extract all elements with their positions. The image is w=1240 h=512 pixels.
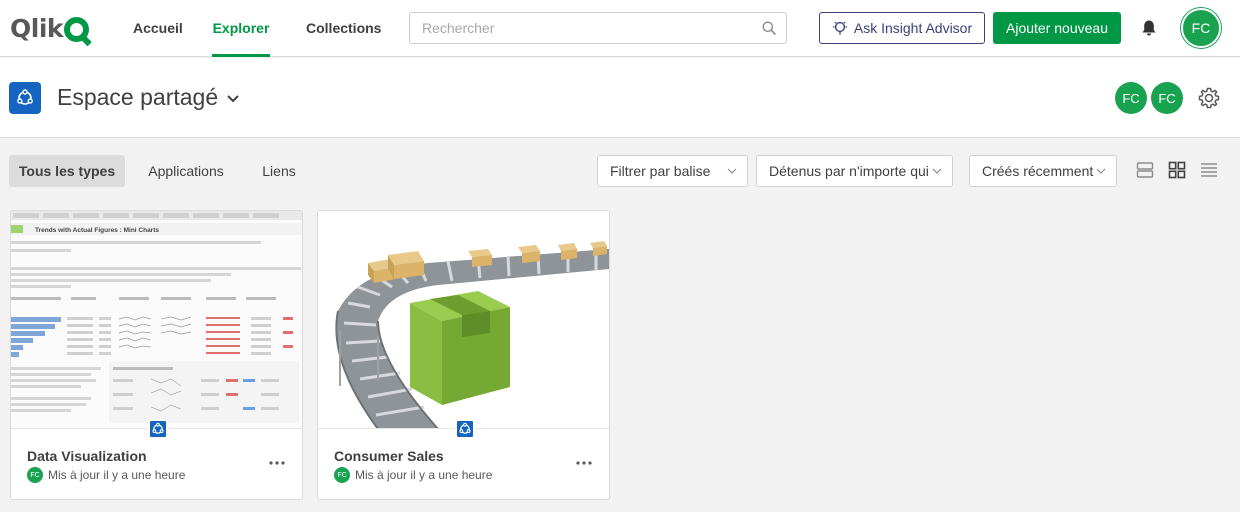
list-view-icon[interactable] xyxy=(1200,161,1218,179)
ask-insight-advisor-button[interactable]: Ask Insight Advisor xyxy=(819,12,985,44)
thumb-heading: Trends with Actual Figures : Mini Charts xyxy=(35,227,159,234)
user-avatar[interactable]: FC xyxy=(1181,8,1221,48)
search-input[interactable] xyxy=(410,13,740,43)
chevron-down-icon xyxy=(727,168,737,174)
tag-filter-label: Filtrer par balise xyxy=(610,163,711,179)
conveyor-belt-image xyxy=(318,211,609,428)
card-updated-text: Mis à jour il y a une heure xyxy=(355,468,493,482)
space-title: Espace partagé xyxy=(57,84,219,110)
chevron-down-icon xyxy=(1096,168,1106,174)
space-member-avatar[interactable]: FC xyxy=(1115,82,1147,114)
app-card-data-visualization[interactable]: Trends with Actual Figures : Mini Charts xyxy=(10,210,303,500)
notification-bell-icon[interactable] xyxy=(1139,18,1159,38)
qlik-logo[interactable]: Qlik xyxy=(10,12,90,44)
space-member-avatar[interactable]: FC xyxy=(1151,82,1183,114)
app-type-badge-icon xyxy=(455,419,475,439)
shared-space-icon xyxy=(9,82,41,114)
search-icon[interactable] xyxy=(762,21,776,35)
card-title: Consumer Sales xyxy=(334,448,444,464)
add-new-button[interactable]: Ajouter nouveau xyxy=(993,12,1121,44)
logo-q-mark xyxy=(64,16,90,42)
card-meta: FC Mis à jour il y a une heure xyxy=(334,467,492,483)
tab-links[interactable]: Liens xyxy=(253,155,305,187)
grid-view-icon[interactable] xyxy=(1168,161,1186,179)
gear-icon[interactable] xyxy=(1197,86,1221,110)
search-box xyxy=(409,12,787,44)
sort-dropdown[interactable]: Créés récemment xyxy=(969,155,1117,187)
card-updated-text: Mis à jour il y a une heure xyxy=(48,468,186,482)
card-title: Data Visualization xyxy=(27,448,147,464)
sort-label: Créés récemment xyxy=(982,163,1094,179)
tab-all-types[interactable]: Tous les types xyxy=(9,155,125,187)
owner-filter-label: Détenus par n'importe qui xyxy=(769,163,929,179)
dashboard-thumbnail-image: Trends with Actual Figures : Mini Charts xyxy=(11,211,302,428)
more-options-icon[interactable] xyxy=(575,459,593,467)
tab-applications[interactable]: Applications xyxy=(137,155,235,187)
app-type-badge-icon xyxy=(148,419,168,439)
large-list-view-icon[interactable] xyxy=(1136,161,1154,179)
card-meta: FC Mis à jour il y a une heure xyxy=(27,467,185,483)
nav-link-explorer[interactable]: Explorer xyxy=(212,0,270,57)
chevron-down-icon[interactable] xyxy=(225,90,241,106)
more-options-icon[interactable] xyxy=(268,459,286,467)
app-thumbnail: Trends with Actual Figures : Mini Charts xyxy=(11,211,302,429)
owner-avatar: FC xyxy=(334,467,350,483)
app-thumbnail xyxy=(318,211,609,429)
owner-filter-dropdown[interactable]: Détenus par n'importe qui xyxy=(756,155,953,187)
insight-bulb-icon xyxy=(832,21,847,35)
logo-text: Qlik xyxy=(10,13,64,43)
app-card-consumer-sales[interactable]: Consumer Sales FC Mis à jour il y a une … xyxy=(317,210,610,500)
chevron-down-icon xyxy=(932,168,942,174)
nav-link-collections[interactable]: Collections xyxy=(306,0,381,57)
tag-filter-dropdown[interactable]: Filtrer par balise xyxy=(597,155,748,187)
owner-avatar: FC xyxy=(27,467,43,483)
space-header: Espace partagé FC FC xyxy=(0,58,1240,138)
top-navigation: Qlik Accueil Explorer Collections Ask In… xyxy=(0,0,1240,57)
insight-label: Ask Insight Advisor xyxy=(853,20,973,36)
nav-link-accueil[interactable]: Accueil xyxy=(133,0,183,57)
